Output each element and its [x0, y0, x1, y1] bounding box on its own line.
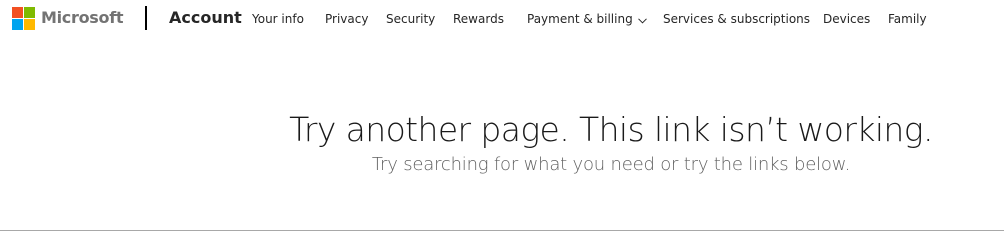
- nav-services-subscriptions[interactable]: Services & subscriptions: [663, 12, 810, 26]
- nav-privacy[interactable]: Privacy: [325, 12, 368, 26]
- nav-payment-billing-label: Payment & billing: [527, 12, 633, 26]
- brand-name[interactable]: Microsoft: [41, 8, 124, 27]
- site-header: Microsoft Account Your info Privacy Secu…: [0, 0, 1004, 40]
- logo-square-yellow: [24, 19, 35, 30]
- nav-security[interactable]: Security: [386, 12, 435, 26]
- logo-square-green: [24, 7, 35, 18]
- nav-payment-billing[interactable]: Payment & billing: [527, 12, 647, 27]
- section-divider: [0, 230, 1004, 231]
- logo-square-red: [12, 7, 23, 18]
- page-title: Try another page. This link isn’t workin…: [289, 110, 933, 149]
- nav-devices[interactable]: Devices: [823, 12, 870, 26]
- microsoft-logo-icon[interactable]: [12, 7, 35, 30]
- page-subtitle: Try searching for what you need or try t…: [371, 154, 851, 175]
- product-name-link[interactable]: Account: [169, 8, 242, 27]
- nav-rewards[interactable]: Rewards: [453, 12, 504, 26]
- header-divider: [145, 6, 147, 30]
- logo-square-blue: [12, 19, 23, 30]
- nav-family[interactable]: Family: [888, 12, 927, 26]
- chevron-down-icon: [637, 13, 647, 27]
- nav-your-info[interactable]: Your info: [252, 12, 304, 26]
